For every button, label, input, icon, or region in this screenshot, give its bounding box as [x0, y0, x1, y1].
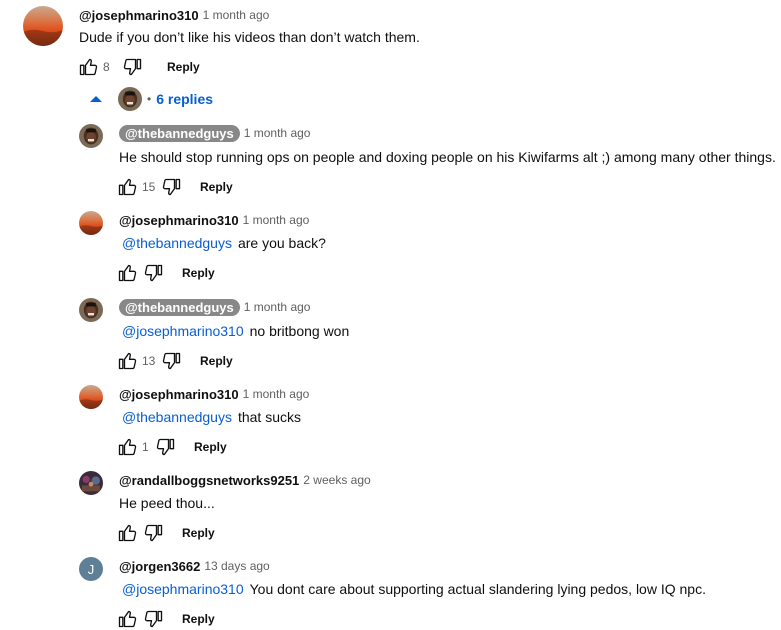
- comment-text: Dude if you don’t like his videos than d…: [79, 29, 420, 45]
- mention-link[interactable]: @josephmarino310: [122, 323, 244, 339]
- thumbs-up-icon[interactable]: [117, 351, 137, 371]
- like-count: 13: [142, 354, 156, 368]
- author-name[interactable]: @thebannedguys: [119, 124, 240, 142]
- reply-button[interactable]: Reply: [182, 612, 215, 626]
- avatar: [118, 87, 142, 111]
- thumbs-down-icon[interactable]: [123, 57, 143, 77]
- reply-button[interactable]: Reply: [167, 60, 200, 74]
- comment-text: @thebannedguys that sucks: [122, 409, 301, 425]
- timestamp[interactable]: 13 days ago: [204, 559, 269, 573]
- thumbs-down-icon[interactable]: [162, 351, 182, 371]
- avatar[interactable]: [79, 385, 103, 409]
- comment-actions: 13 Reply: [117, 350, 233, 372]
- comment-header: @josephmarino310 1 month ago: [79, 6, 269, 24]
- timestamp[interactable]: 1 month ago: [244, 126, 311, 140]
- comment-body: He peed thou...: [119, 495, 215, 511]
- author-name[interactable]: @josephmarino310: [79, 8, 199, 23]
- comment-actions: 1 Reply: [117, 436, 227, 458]
- comment-text: He should stop running ops on people and…: [119, 149, 776, 165]
- avatar[interactable]: [79, 298, 103, 322]
- comment-body: that sucks: [237, 409, 301, 425]
- thumbs-down-icon[interactable]: [144, 523, 164, 543]
- like-count: 15: [142, 180, 156, 194]
- thumbs-up-icon[interactable]: [117, 523, 137, 543]
- separator-dot: •: [147, 92, 152, 106]
- replies-toggle[interactable]: • 6 replies: [90, 86, 213, 112]
- author-name[interactable]: @josephmarino310: [119, 387, 239, 402]
- comment-body: He should stop running ops on people and…: [119, 149, 776, 165]
- thumbs-down-icon[interactable]: [144, 263, 164, 283]
- author-name[interactable]: @thebannedguys: [119, 298, 240, 316]
- thumbs-up-icon[interactable]: [78, 57, 98, 77]
- reply-button[interactable]: Reply: [194, 440, 227, 454]
- avatar[interactable]: [79, 124, 103, 148]
- author-name[interactable]: @jorgen3662: [119, 559, 200, 574]
- timestamp[interactable]: 2 weeks ago: [303, 473, 370, 487]
- reply-button[interactable]: Reply: [182, 266, 215, 280]
- thumbs-up-icon[interactable]: [117, 177, 137, 197]
- thumbs-up-icon[interactable]: [117, 609, 137, 629]
- avatar[interactable]: [23, 6, 63, 46]
- comment-body: no britbong won: [249, 323, 350, 339]
- reply-button[interactable]: Reply: [182, 526, 215, 540]
- timestamp[interactable]: 1 month ago: [203, 8, 270, 22]
- avatar[interactable]: J: [79, 557, 103, 581]
- replies-count-label[interactable]: 6 replies: [156, 91, 213, 107]
- thumbs-up-icon[interactable]: [117, 437, 137, 457]
- comment-body: are you back?: [237, 235, 326, 251]
- thumbs-down-icon[interactable]: [144, 609, 164, 629]
- like-count: 1: [142, 440, 149, 454]
- comment-text: He peed thou...: [119, 495, 215, 511]
- comment-text: @josephmarino310 You dont care about supp…: [122, 581, 706, 597]
- author-name[interactable]: @randallboggsnetworks9251: [119, 473, 299, 488]
- comment-text: @josephmarino310 no britbong won: [122, 323, 349, 339]
- reply-button[interactable]: Reply: [200, 354, 233, 368]
- comment-body: You dont care about supporting actual sl…: [249, 581, 706, 597]
- comment-actions: Reply: [117, 522, 215, 544]
- timestamp[interactable]: 1 month ago: [243, 213, 310, 227]
- caret-up-icon: [90, 96, 102, 102]
- mention-link[interactable]: @thebannedguys: [122, 235, 232, 251]
- avatar[interactable]: [79, 211, 103, 235]
- reply-button[interactable]: Reply: [200, 180, 233, 194]
- comment-actions: Reply: [117, 608, 215, 630]
- author-name[interactable]: @josephmarino310: [119, 213, 239, 228]
- thumbs-up-icon[interactable]: [117, 263, 137, 283]
- comment-actions: Reply: [117, 262, 215, 284]
- comment-actions: 15 Reply: [117, 176, 233, 198]
- timestamp[interactable]: 1 month ago: [243, 387, 310, 401]
- like-count: 8: [103, 60, 110, 74]
- thumbs-down-icon[interactable]: [162, 177, 182, 197]
- avatar[interactable]: [79, 471, 103, 495]
- comment-text: @thebannedguys are you back?: [122, 235, 326, 251]
- timestamp[interactable]: 1 month ago: [244, 300, 311, 314]
- thumbs-down-icon[interactable]: [156, 437, 176, 457]
- comment-actions: 8 Reply: [78, 56, 200, 78]
- mention-link[interactable]: @josephmarino310: [122, 581, 244, 597]
- mention-link[interactable]: @thebannedguys: [122, 409, 232, 425]
